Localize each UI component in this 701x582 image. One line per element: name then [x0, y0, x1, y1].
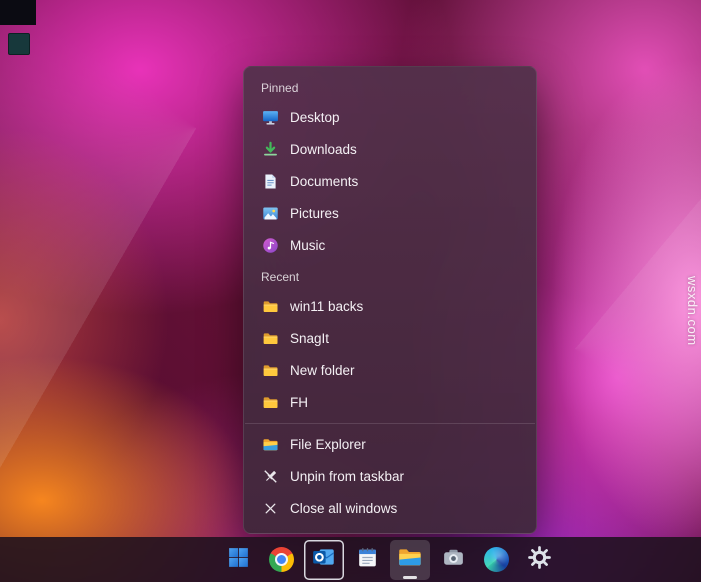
- snagit-button[interactable]: [433, 540, 473, 580]
- jumplist-item-label: SnagIt: [290, 331, 329, 346]
- taskbar-icon-strip: [218, 540, 559, 580]
- folder-icon: [261, 393, 279, 411]
- music-icon: [261, 236, 279, 254]
- file-explorer-icon: [397, 544, 424, 576]
- edge-button[interactable]: [476, 540, 516, 580]
- jumplist-item-label: Pictures: [290, 206, 339, 221]
- file-explorer-icon: [261, 435, 279, 453]
- jumplist-separator: [245, 423, 535, 424]
- chrome-icon: [269, 547, 294, 572]
- jumplist-item-label: FH: [290, 395, 308, 410]
- watermark: wsxdn.com: [685, 276, 700, 346]
- folder-icon: [261, 361, 279, 379]
- jumplist-item-desktop[interactable]: Desktop: [244, 101, 536, 133]
- jumplist-action-file-explorer[interactable]: File Explorer: [244, 428, 536, 460]
- jumplist-action-unpin[interactable]: Unpin from taskbar: [244, 460, 536, 492]
- unpin-icon: [261, 467, 279, 485]
- settings-gear-icon: [527, 545, 552, 575]
- snagit-icon: [441, 545, 466, 575]
- jumplist-action-close-all[interactable]: Close all windows: [244, 492, 536, 524]
- outlook-icon: [311, 544, 337, 575]
- edge-icon: [484, 547, 509, 572]
- jumplist-item-label: Documents: [290, 174, 358, 189]
- jumplist-item-win11-backs[interactable]: win11 backs: [244, 290, 536, 322]
- jumplist-item-label: win11 backs: [290, 299, 363, 314]
- jumplist-item-new-folder[interactable]: New folder: [244, 354, 536, 386]
- jumplist-item-label: Desktop: [290, 110, 340, 125]
- outlook-button[interactable]: [304, 540, 344, 580]
- folder-icon: [261, 297, 279, 315]
- calendar-button[interactable]: [347, 540, 387, 580]
- desktop-icon: [261, 108, 279, 126]
- jumplist-item-label: Close all windows: [290, 501, 397, 516]
- start-icon: [226, 545, 251, 575]
- jumplist-item-fh[interactable]: FH: [244, 386, 536, 418]
- close-icon: [261, 499, 279, 517]
- taskbar: [0, 537, 701, 582]
- file-explorer-jumplist: Pinned Desktop Downloads: [243, 66, 537, 534]
- settings-button[interactable]: [519, 540, 559, 580]
- jumplist-pinned-header: Pinned: [244, 72, 536, 101]
- jumplist-item-label: Unpin from taskbar: [290, 469, 404, 484]
- jumplist-recent-header: Recent: [244, 261, 536, 290]
- jumplist-item-music[interactable]: Music: [244, 229, 536, 261]
- jumplist-item-label: Downloads: [290, 142, 357, 157]
- jumplist-item-pictures[interactable]: Pictures: [244, 197, 536, 229]
- calendar-icon: [355, 545, 380, 575]
- desktop-shortcut-1[interactable]: [0, 0, 36, 25]
- desktop-shortcut-2[interactable]: [8, 33, 30, 55]
- jumplist-item-snagit[interactable]: SnagIt: [244, 322, 536, 354]
- jumplist-item-label: New folder: [290, 363, 355, 378]
- pictures-icon: [261, 204, 279, 222]
- downloads-icon: [261, 140, 279, 158]
- chrome-button[interactable]: [261, 540, 301, 580]
- file-explorer-button[interactable]: [390, 540, 430, 580]
- folder-icon: [261, 329, 279, 347]
- documents-icon: [261, 172, 279, 190]
- jumplist-item-label: Music: [290, 238, 325, 253]
- jumplist-item-label: File Explorer: [290, 437, 366, 452]
- desktop-screen: wsxdn.com Pinned Desktop: [0, 0, 701, 582]
- start-button[interactable]: [218, 540, 258, 580]
- jumplist-item-documents[interactable]: Documents: [244, 165, 536, 197]
- jumplist-item-downloads[interactable]: Downloads: [244, 133, 536, 165]
